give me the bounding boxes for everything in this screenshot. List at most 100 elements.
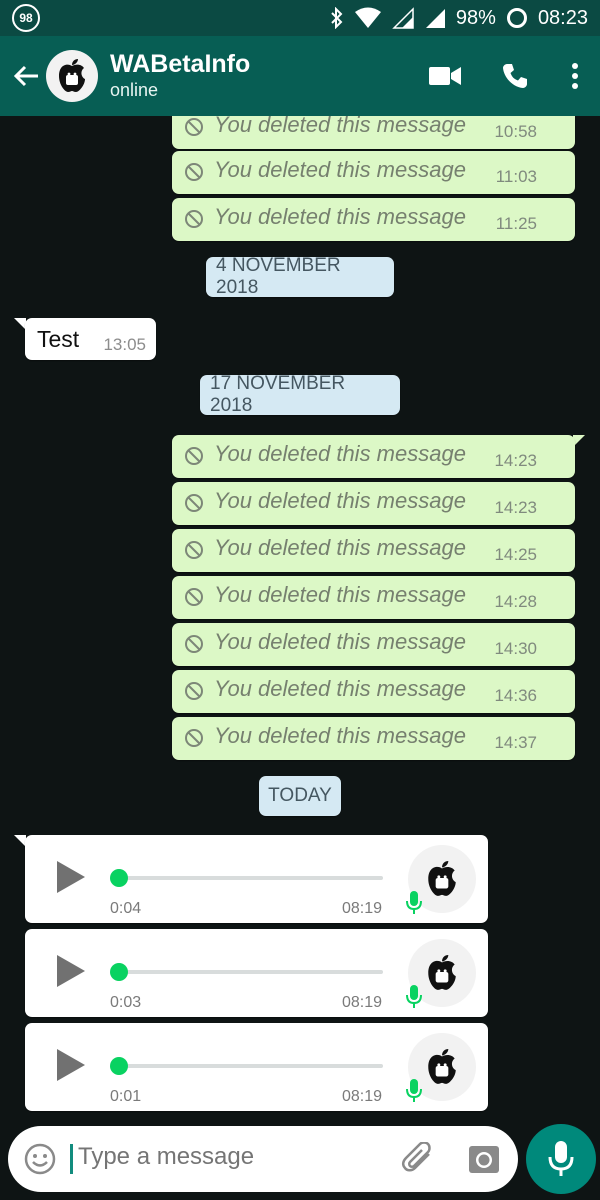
voice-message[interactable]: 0:03 08:19 [25, 929, 488, 1017]
text-cursor [70, 1144, 73, 1174]
message-time: 08:19 [341, 1088, 382, 1105]
contact-info[interactable]: WABetaInfo online [110, 50, 250, 102]
play-icon[interactable] [57, 1049, 85, 1081]
deleted-ban-icon [185, 635, 203, 653]
message-time: 14:23 [494, 451, 537, 470]
audio-seek-handle[interactable] [110, 963, 128, 981]
deleted-message[interactable]: You deleted this message 14:28 [172, 576, 575, 619]
deleted-text: You deleted this message [214, 723, 466, 748]
deleted-text: You deleted this message [214, 582, 466, 607]
deleted-text: You deleted this message [214, 629, 466, 654]
message-time: 14:25 [494, 545, 537, 564]
voice-duration: 0:03 [110, 994, 142, 1011]
deleted-text: You deleted this message [214, 204, 466, 229]
deleted-text: You deleted this message [214, 157, 466, 182]
contact-name: WABetaInfo [110, 50, 251, 78]
notification-count-badge: 98 [12, 4, 40, 32]
play-icon[interactable] [57, 861, 85, 893]
apple-android-logo-icon [428, 861, 456, 896]
message-time: 14:36 [494, 686, 537, 705]
deleted-ban-icon [185, 588, 203, 606]
back-arrow-icon [13, 65, 38, 87]
message-time: 10:58 [494, 122, 537, 141]
camera-icon[interactable] [468, 1143, 500, 1175]
status-bar: 98 98% 08:23 [0, 0, 600, 36]
voice-call-button[interactable] [480, 46, 550, 106]
message-time: 08:19 [341, 994, 382, 1011]
audio-track[interactable] [125, 970, 383, 974]
overflow-menu-button[interactable] [550, 46, 600, 106]
battery-percent: 98% [455, 6, 496, 29]
audio-seek-handle[interactable] [110, 869, 128, 887]
deleted-text: You deleted this message [214, 488, 466, 513]
voice-message[interactable]: 0:01 08:19 [25, 1023, 488, 1111]
wifi-icon [354, 7, 381, 28]
deleted-text: You deleted this message [214, 535, 466, 560]
deleted-message[interactable]: You deleted this message 10:58 [172, 116, 575, 149]
date-divider: 17 NOVEMBER 2018 [200, 373, 400, 416]
chat-messages[interactable]: You deleted this message 10:58 You delet… [0, 116, 600, 1120]
deleted-message[interactable]: You deleted this message 14:30 [172, 623, 575, 666]
message-time: 14:28 [494, 592, 537, 611]
voice-duration: 0:01 [110, 1088, 142, 1105]
deleted-message[interactable]: You deleted this message 14:36 [172, 670, 575, 713]
deleted-ban-icon [185, 494, 203, 512]
apple-android-logo-icon [428, 1049, 456, 1084]
deleted-message[interactable]: You deleted this message 14:37 [172, 717, 575, 760]
phone-icon [503, 64, 527, 88]
audio-track[interactable] [125, 1064, 383, 1068]
deleted-message[interactable]: You deleted this message 14:23 [172, 482, 575, 525]
deleted-ban-icon [185, 541, 203, 559]
message-time: 14:23 [494, 498, 537, 517]
chat-header: WABetaInfo online [0, 36, 600, 116]
message-composer [8, 1126, 518, 1192]
contact-avatar[interactable] [46, 50, 98, 102]
message-time: 11:25 [495, 214, 537, 233]
bluetooth-icon [331, 7, 343, 29]
signal-icon-2 [425, 9, 445, 28]
date-divider: TODAY [259, 776, 341, 816]
deleted-message[interactable]: You deleted this message 14:23 [172, 435, 575, 478]
deleted-ban-icon [185, 682, 203, 700]
contact-status: online [110, 80, 159, 100]
incoming-message[interactable]: Test 13:05 [25, 318, 156, 360]
mic-icon [406, 1079, 422, 1102]
emoji-icon[interactable] [24, 1143, 56, 1175]
deleted-ban-icon [185, 729, 203, 747]
mic-icon [548, 1141, 574, 1176]
voice-duration: 0:04 [110, 900, 142, 917]
battery-ring-icon [506, 8, 527, 28]
deleted-ban-icon [185, 118, 203, 136]
overflow-menu-icon [572, 63, 578, 89]
deleted-text: You deleted this message [214, 441, 466, 466]
apple-android-logo-icon [59, 59, 85, 92]
message-input[interactable] [78, 1143, 378, 1171]
audio-track[interactable] [125, 876, 383, 880]
play-icon[interactable] [57, 955, 85, 987]
deleted-ban-icon [185, 210, 203, 228]
audio-seek-handle[interactable] [110, 1057, 128, 1075]
deleted-text: You deleted this message [214, 116, 466, 137]
deleted-message[interactable]: You deleted this message 14:25 [172, 529, 575, 572]
message-time: 13:05 [103, 335, 146, 354]
signal-icon [392, 7, 414, 29]
mic-icon [406, 985, 422, 1008]
deleted-text: You deleted this message [214, 676, 466, 701]
back-button[interactable] [6, 56, 46, 96]
date-divider: 4 NOVEMBER 2018 [206, 255, 394, 298]
message-time: 11:03 [495, 167, 537, 186]
video-call-button[interactable] [410, 46, 480, 106]
message-time: 14:37 [494, 733, 537, 752]
message-text: Test [37, 326, 80, 352]
mic-icon [406, 891, 422, 914]
message-time: 08:19 [341, 900, 382, 917]
voice-message[interactable]: 0:04 08:19 [25, 835, 488, 923]
message-time: 14:30 [494, 639, 537, 658]
paperclip-icon[interactable] [401, 1142, 437, 1176]
deleted-message[interactable]: You deleted this message 11:25 [172, 198, 575, 241]
video-call-icon [429, 67, 461, 85]
deleted-ban-icon [185, 163, 203, 181]
clock: 08:23 [537, 6, 588, 29]
deleted-message[interactable]: You deleted this message 11:03 [172, 151, 575, 194]
record-voice-button[interactable] [526, 1124, 596, 1194]
